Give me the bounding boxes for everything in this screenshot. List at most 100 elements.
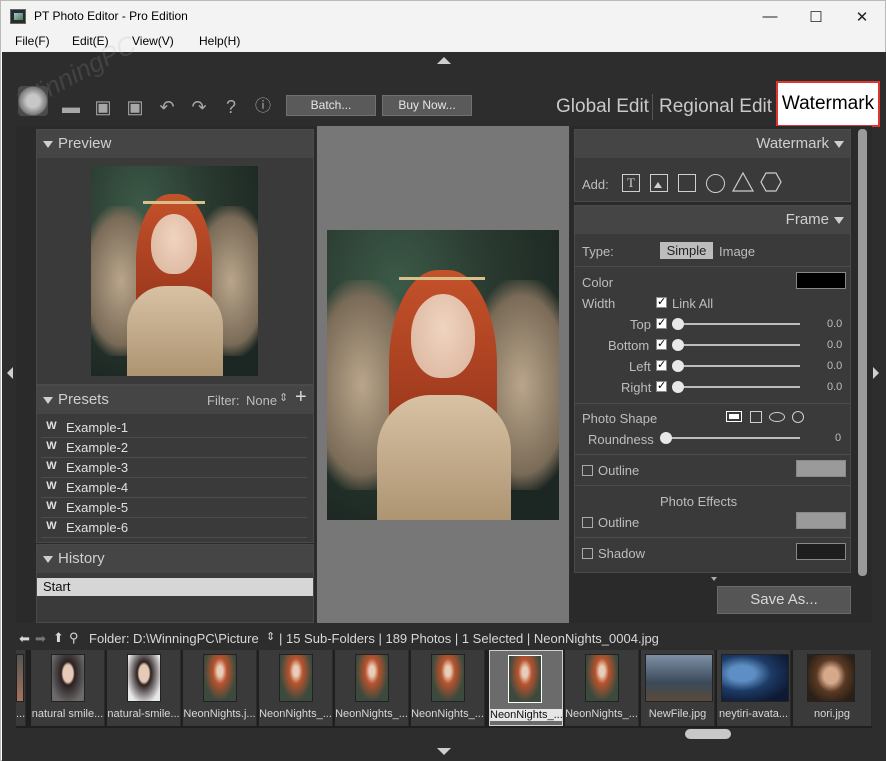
- roundness-slider-knob[interactable]: [660, 432, 672, 444]
- shape-square-icon[interactable]: [750, 411, 762, 423]
- menu-view[interactable]: View(V): [132, 34, 174, 48]
- add-rectangle-icon[interactable]: [678, 174, 696, 192]
- buy-now-button[interactable]: Buy Now...: [382, 95, 472, 116]
- effects-outline-checkbox[interactable]: [582, 517, 593, 528]
- top-checkbox[interactable]: [656, 316, 667, 329]
- maximize-button[interactable]: ☐: [793, 1, 839, 32]
- list-item[interactable]: W Example-5: [41, 498, 307, 518]
- list-item[interactable]: W Example-1: [41, 418, 307, 438]
- info-icon[interactable]: ⓘ: [252, 96, 274, 118]
- bottom-slider[interactable]: [675, 344, 800, 346]
- minimize-button[interactable]: —: [747, 1, 793, 32]
- add-triangle-icon[interactable]: [731, 171, 755, 193]
- right-scrollbar[interactable]: [858, 126, 867, 578]
- thumbnail[interactable]: neytiri-avata...: [717, 650, 791, 726]
- right-checkbox[interactable]: [656, 379, 667, 392]
- roundness-slider[interactable]: [663, 437, 800, 439]
- filmstrip-scrollbar-thumb[interactable]: [685, 729, 731, 739]
- bottom-slider-knob[interactable]: [672, 339, 684, 351]
- shape-ellipse-icon[interactable]: [769, 412, 785, 422]
- canvas-area[interactable]: [317, 126, 569, 623]
- undo-icon[interactable]: ↶: [156, 96, 178, 118]
- link-all-checkbox[interactable]: [656, 295, 667, 308]
- collapse-bottom-arrow-icon[interactable]: [437, 748, 451, 755]
- type-image-button[interactable]: Image: [719, 244, 755, 259]
- thumbnail[interactable]: NeonNights.j...: [183, 650, 257, 726]
- thumbnail[interactable]: natural-smile...: [107, 650, 181, 726]
- menu-file[interactable]: File(F): [15, 34, 50, 48]
- batch-button[interactable]: Batch...: [286, 95, 376, 116]
- thumbnail[interactable]: natural smile...: [31, 650, 105, 726]
- list-item[interactable]: W Example-3: [41, 458, 307, 478]
- list-item[interactable]: W Example-4: [41, 478, 307, 498]
- outline-checkbox[interactable]: [582, 465, 593, 476]
- more-arrow-icon[interactable]: [711, 577, 717, 581]
- thumbnail[interactable]: nori.jpg: [793, 650, 872, 726]
- watermark-header[interactable]: Watermark: [575, 130, 850, 158]
- list-item[interactable]: W Example-6: [41, 518, 307, 538]
- help-icon[interactable]: ?: [220, 96, 242, 118]
- tab-watermark[interactable]: Watermark: [776, 81, 880, 127]
- title-bar[interactable]: PT Photo Editor - Pro Edition — ☐ ✕: [1, 1, 885, 32]
- outline-color-swatch[interactable]: [796, 460, 846, 477]
- add-text-icon[interactable]: T: [622, 174, 640, 192]
- thumbnail[interactable]: ...: [16, 650, 26, 726]
- right-value: 0.0: [827, 381, 843, 393]
- add-image-icon[interactable]: [650, 174, 668, 192]
- bottom-checkbox[interactable]: [656, 337, 667, 350]
- filter-select[interactable]: None: [246, 393, 277, 408]
- close-button[interactable]: ✕: [839, 1, 885, 32]
- tab-regional-edit[interactable]: Regional Edit: [659, 96, 772, 118]
- thumbnail[interactable]: NeonNights_...: [259, 650, 333, 726]
- thumbnail[interactable]: NeonNights_...: [565, 650, 639, 726]
- thumbnail[interactable]: NewFile.jpg: [641, 650, 715, 726]
- up-arrow-icon[interactable]: ⬆: [53, 630, 64, 646]
- left-slider[interactable]: [675, 365, 800, 367]
- save-icon[interactable]: ▣: [92, 96, 114, 118]
- left-slider-knob[interactable]: [672, 360, 684, 372]
- top-slider[interactable]: [675, 323, 800, 325]
- collapse-triangle-icon: [43, 141, 53, 148]
- top-slider-knob[interactable]: [672, 318, 684, 330]
- collapse-top-arrow-icon[interactable]: [437, 57, 451, 64]
- thumbnail[interactable]: NeonNights_...: [411, 650, 485, 726]
- effects-outline-color-swatch[interactable]: [796, 512, 846, 529]
- thumbnail[interactable]: NeonNights_...: [335, 650, 409, 726]
- add-circle-icon[interactable]: [706, 174, 725, 193]
- redo-icon[interactable]: ↷: [188, 96, 210, 118]
- list-item[interactable]: W Example-2: [41, 438, 307, 458]
- frame-header[interactable]: Frame: [575, 206, 850, 234]
- history-header[interactable]: History: [37, 545, 313, 573]
- tab-global-edit[interactable]: Global Edit: [556, 96, 649, 118]
- shape-circle-icon[interactable]: [792, 411, 804, 423]
- frame-color-swatch[interactable]: [796, 272, 846, 289]
- left-checkbox[interactable]: [656, 358, 667, 371]
- scrollbar-thumb[interactable]: [858, 129, 867, 576]
- menu-help[interactable]: Help(H): [199, 34, 240, 48]
- open-folder-icon[interactable]: ▬: [60, 96, 82, 118]
- add-preset-icon[interactable]: +: [295, 386, 307, 409]
- right-slider[interactable]: [675, 386, 800, 388]
- thumbnail-selected[interactable]: NeonNights_...: [489, 650, 563, 726]
- search-icon[interactable]: ⚲: [69, 630, 79, 646]
- collapse-left-arrow-icon[interactable]: [7, 367, 13, 379]
- type-label: Type:: [582, 244, 614, 259]
- shadow-checkbox[interactable]: [582, 548, 593, 559]
- main-photo[interactable]: [327, 230, 559, 520]
- right-slider-knob[interactable]: [672, 381, 684, 393]
- type-simple-button[interactable]: Simple: [660, 242, 713, 259]
- shape-rect-selected-icon[interactable]: [726, 411, 742, 422]
- add-hexagon-icon[interactable]: [760, 171, 782, 193]
- collapse-right-arrow-icon[interactable]: [873, 367, 879, 379]
- folder-path-select[interactable]: D:\WinningPC\Picture: [133, 631, 259, 646]
- save-as-button[interactable]: Save As...: [717, 586, 851, 614]
- app-logo-icon[interactable]: [18, 86, 48, 116]
- back-arrow-icon[interactable]: ⬅: [19, 631, 30, 647]
- history-item-start[interactable]: Start: [37, 578, 313, 596]
- filter-updown-icon[interactable]: ⇕: [279, 391, 288, 404]
- save-all-icon[interactable]: ▣: [124, 96, 146, 118]
- forward-arrow-icon[interactable]: ➡: [35, 631, 46, 647]
- shadow-color-swatch[interactable]: [796, 543, 846, 560]
- preview-header[interactable]: Preview: [37, 130, 313, 158]
- folder-updown-icon[interactable]: ⇕: [266, 630, 275, 643]
